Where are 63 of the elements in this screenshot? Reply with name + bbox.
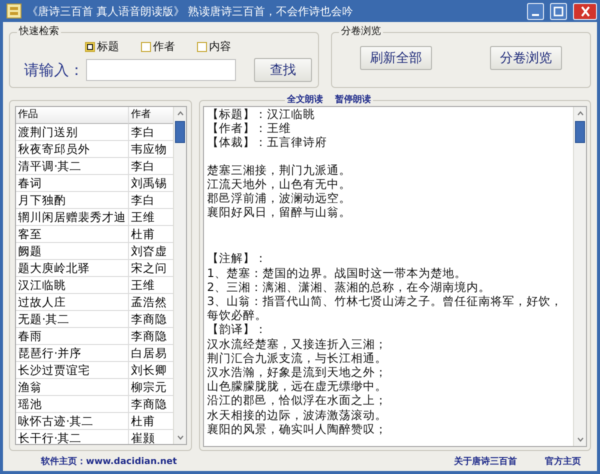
text-line: 荆门汇合九派支流，与长江相通。: [207, 350, 388, 366]
table-cell[interactable]: 汉江临眺: [16, 277, 128, 294]
table-cell[interactable]: 阙题: [16, 243, 128, 260]
text-line: 【韵译】：: [207, 322, 268, 337]
table-cell[interactable]: 清平调·其二: [16, 158, 128, 175]
table-cell[interactable]: 琵琶行·并序: [16, 345, 128, 362]
browse-button[interactable]: 分卷浏览: [490, 46, 562, 70]
table-cell[interactable]: 渡荆门送别: [16, 124, 128, 141]
text-line: 襄阳好风日，留醉与山翁。: [207, 205, 352, 220]
window-title: 《唐诗三百首 真人语音朗读版》 熟读唐诗三百首，不会作诗也会吟: [27, 4, 354, 18]
search-button[interactable]: 查找: [254, 58, 312, 82]
text-line: 【注解】：: [207, 251, 268, 266]
browse-button[interactable]: 刷新全部: [360, 46, 432, 70]
text-line: 3、山翁：指晋代山简、竹林七贤山涛之子。曾任征南将军，好饮，每饮必醉。: [207, 294, 564, 322]
app-icon: [6, 3, 22, 19]
official-site-link[interactable]: 官方主页: [545, 454, 581, 468]
column-header[interactable]: 作者: [128, 107, 173, 124]
table-cell[interactable]: 长沙过贾谊宅: [16, 362, 128, 379]
text-line: 山色朦朦胧胧，远在虚无缥缈中。: [207, 379, 388, 394]
text-line: 汉水浩瀚，好象是流到天地之外；: [207, 365, 388, 380]
close-button[interactable]: [573, 2, 597, 20]
table-cell[interactable]: 渔翁: [16, 379, 128, 396]
table-cell[interactable]: 春词: [16, 175, 128, 192]
table-cell[interactable]: 瑶池: [16, 396, 128, 413]
search-field[interactable]: [86, 59, 236, 81]
text-line: 水天相接的边际，波涛激荡滚动。: [207, 408, 388, 422]
table-cell[interactable]: 长干行·其二: [16, 430, 128, 444]
search-option[interactable]: 内容: [197, 39, 231, 54]
read-link[interactable]: 全文朗读: [287, 94, 323, 106]
table-cell[interactable]: 咏怀古迹·其二: [16, 413, 128, 430]
scrollbar-thumb[interactable]: [575, 121, 585, 143]
read-link[interactable]: 暂停朗读: [335, 94, 371, 106]
homepage-link[interactable]: 软件主页：www.dacidian.net: [41, 454, 454, 468]
table-cell[interactable]: 客至: [16, 226, 128, 243]
text-line: 1、楚塞：楚国的边界。战国时这一带本为楚地。: [207, 266, 468, 280]
minimize-icon: [532, 14, 539, 16]
input-label: 请输入：: [23, 60, 84, 80]
group-title: 快速检索: [19, 26, 59, 38]
table-cell[interactable]: 月下独酌: [16, 192, 128, 209]
column-header[interactable]: 作品: [16, 107, 128, 124]
text-line: 江流天地外，山色有无中。: [207, 176, 352, 192]
text-line: 襄阳的风景，确实叫人陶醉赞叹；: [207, 422, 388, 436]
text-line: 【体裁】：五言律诗府: [207, 135, 328, 150]
text-line: 【作者】：王维: [207, 121, 292, 136]
table-cell[interactable]: 春雨: [16, 328, 128, 345]
text-line: 汉水流经楚塞，又接连折入三湘；: [207, 336, 388, 351]
maximize-button[interactable]: [550, 2, 567, 20]
scrollbar-thumb[interactable]: [175, 121, 185, 143]
text-line: 郡邑浮前浦，波澜动远空。: [207, 191, 352, 206]
text-line: 沿江的郡邑，恰似浮在水面之上；: [207, 393, 388, 408]
table-cell[interactable]: 无题·其二: [16, 311, 128, 328]
search-option[interactable]: 标题: [85, 39, 119, 54]
minimize-button[interactable]: [527, 2, 544, 20]
text-line: 2、三湘：漓湘、潇湘、蒸湘的总称，在今湖南境内。: [207, 280, 492, 294]
about-link[interactable]: 关于唐诗三百首: [454, 454, 517, 468]
table-cell[interactable]: 辋川闲居赠裴秀才迪: [16, 209, 128, 226]
table-cell[interactable]: 过故人庄: [16, 294, 128, 311]
text-line: 楚塞三湘接，荆门九派通。: [207, 162, 352, 177]
search-option[interactable]: 作者: [141, 39, 175, 54]
text-line: 【标题】：汉江临眺: [207, 107, 316, 122]
group-title: 分卷浏览: [341, 26, 381, 38]
table-cell[interactable]: 秋夜寄邱员外: [16, 141, 128, 158]
table-cell[interactable]: 题大庾岭北驿: [16, 260, 128, 277]
